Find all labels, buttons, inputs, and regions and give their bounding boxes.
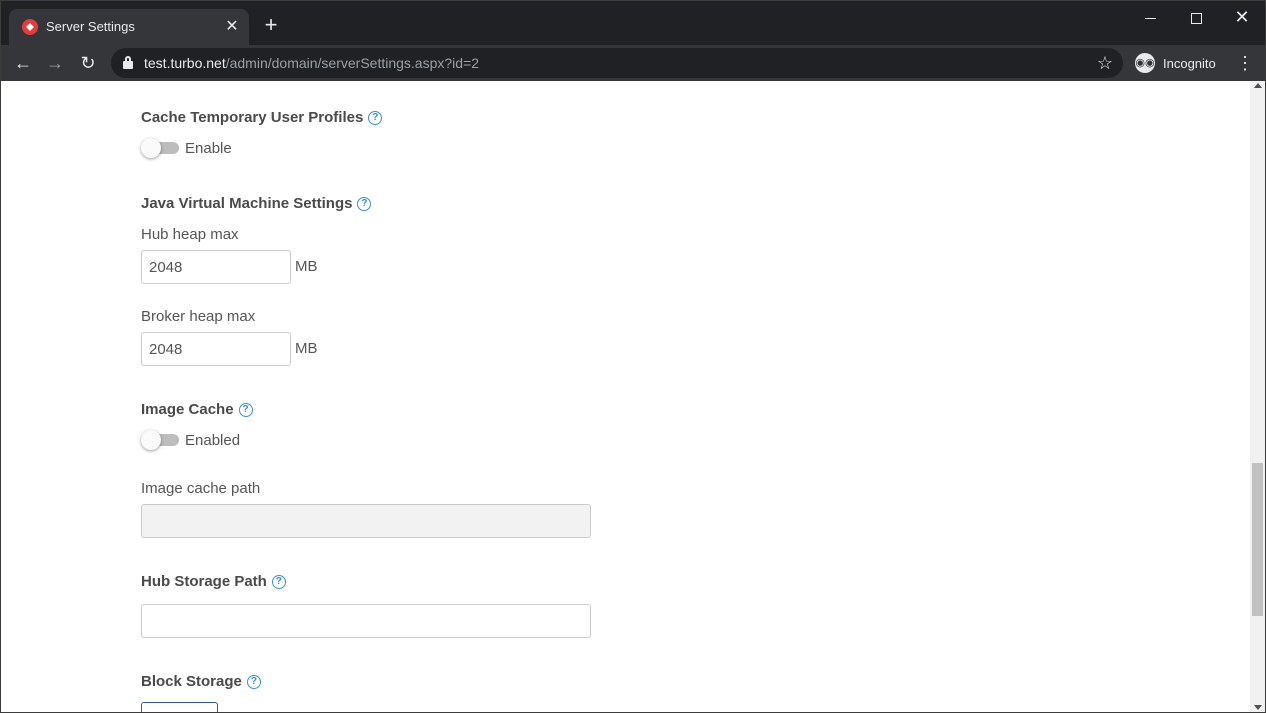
scroll-down-icon[interactable] <box>1254 705 1262 710</box>
toggle-knob <box>141 138 161 158</box>
toggle-knob <box>141 430 161 450</box>
incognito-indicator[interactable]: ◉◉ Incognito <box>1129 50 1224 76</box>
block-storage-title: Block Storage <box>141 673 242 690</box>
browser-window: Server Settings ✕ + ✕ ← → ↻ test.turbo.n… <box>0 0 1266 713</box>
hub-storage-heading: Hub Storage Path ? <box>141 573 286 590</box>
image-cache-heading: Image Cache ? <box>141 401 253 418</box>
hub-heap-label: Hub heap max <box>141 226 239 243</box>
jvm-settings-heading: Java Virtual Machine Settings ? <box>141 195 372 212</box>
page-content: Cache Temporary User Profiles ? Enable J… <box>1 81 1250 712</box>
hub-storage-title: Hub Storage Path <box>141 573 267 590</box>
cache-profiles-toggle[interactable] <box>141 138 179 158</box>
bookmark-star-icon[interactable]: ☆ <box>1097 52 1113 74</box>
image-cache-toggle-row: Enabled <box>141 430 240 450</box>
image-cache-toggle[interactable] <box>141 430 179 450</box>
hub-heap-unit: MB <box>295 258 318 275</box>
cache-profiles-toggle-row: Enable <box>141 138 232 158</box>
incognito-label: Incognito <box>1163 55 1216 71</box>
cache-profiles-heading: Cache Temporary User Profiles ? <box>141 109 383 126</box>
address-bar[interactable]: test.turbo.net/admin/domain/serverSettin… <box>111 48 1123 78</box>
help-icon[interactable]: ? <box>271 574 286 589</box>
minimize-icon <box>1144 17 1156 19</box>
broker-heap-unit: MB <box>295 340 318 357</box>
forward-button[interactable]: → <box>43 51 67 75</box>
incognito-icon: ◉◉ <box>1135 53 1155 73</box>
scroll-up-icon[interactable] <box>1254 83 1262 88</box>
browser-toolbar: ← → ↻ test.turbo.net/admin/domain/server… <box>1 45 1265 81</box>
image-cache-path-label: Image cache path <box>141 480 261 497</box>
tab-title: Server Settings <box>46 19 135 34</box>
turbo-favicon-icon <box>22 19 38 35</box>
help-icon[interactable]: ? <box>246 674 261 689</box>
help-icon[interactable]: ? <box>357 196 372 211</box>
minimize-window-button[interactable] <box>1127 5 1173 29</box>
browser-menu-icon[interactable]: ⋮ <box>1235 51 1255 75</box>
broker-heap-input[interactable] <box>141 332 291 366</box>
close-window-button[interactable]: ✕ <box>1219 5 1265 29</box>
maximize-window-button[interactable] <box>1173 5 1219 29</box>
cache-profiles-title: Cache Temporary User Profiles <box>141 109 364 126</box>
image-cache-toggle-label: Enabled <box>185 431 241 449</box>
image-cache-title: Image Cache <box>141 401 234 418</box>
new-tab-button[interactable]: + <box>259 13 283 37</box>
image-cache-path-input[interactable] <box>141 504 591 538</box>
tab-bar: Server Settings ✕ + ✕ <box>1 1 1265 45</box>
broker-heap-label: Broker heap max <box>141 308 256 325</box>
reload-button[interactable]: ↻ <box>76 51 100 75</box>
jvm-settings-title: Java Virtual Machine Settings <box>141 195 353 212</box>
tab-server-settings[interactable]: Server Settings ✕ <box>9 9 249 45</box>
scroll-thumb[interactable] <box>1252 463 1263 616</box>
maximize-icon <box>1190 12 1202 24</box>
lock-icon[interactable] <box>123 56 133 69</box>
url-text[interactable]: test.turbo.net/admin/domain/serverSettin… <box>144 55 479 71</box>
page-scrollbar[interactable] <box>1250 81 1265 712</box>
help-icon[interactable]: ? <box>238 402 253 417</box>
hub-heap-input[interactable] <box>141 250 291 284</box>
url-host: test.turbo.net <box>144 55 226 71</box>
hub-storage-path-input[interactable] <box>141 604 591 638</box>
block-storage-control[interactable] <box>141 702 218 712</box>
url-path: /admin/domain/serverSettings.aspx?id=2 <box>225 55 480 71</box>
block-storage-heading: Block Storage ? <box>141 673 261 690</box>
close-tab-icon[interactable]: ✕ <box>221 16 243 38</box>
help-icon[interactable]: ? <box>368 110 383 125</box>
cache-profiles-toggle-label: Enable <box>185 139 232 157</box>
back-button[interactable]: ← <box>11 51 35 75</box>
